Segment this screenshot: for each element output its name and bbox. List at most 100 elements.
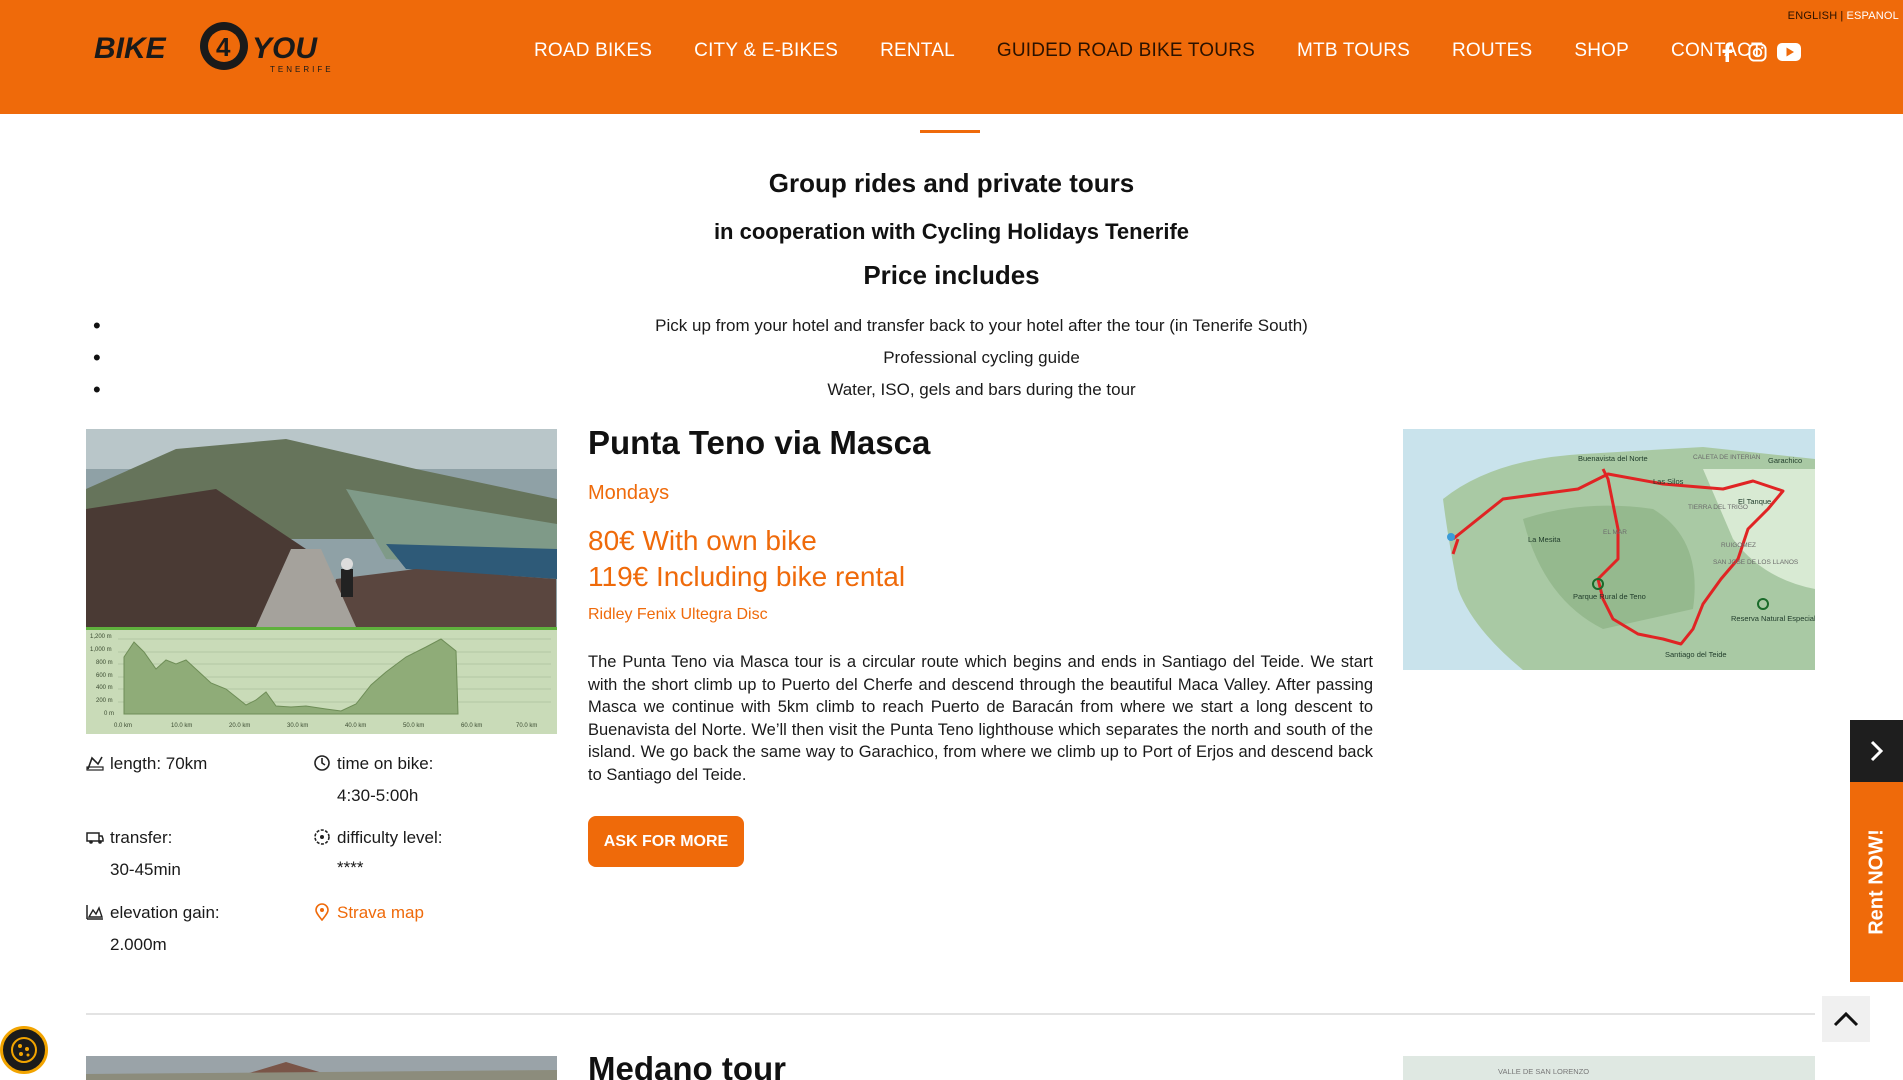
strava-map-link[interactable]: Strava map (313, 903, 424, 923)
strava-map-label: Strava map (337, 903, 424, 922)
price-own-bike: 80€ With own bike (588, 525, 817, 556)
profile-x-tick: 60.0 km (461, 723, 482, 729)
map-label: Las Silos (1653, 477, 1684, 486)
profile-y-tick: 400 m (96, 685, 113, 691)
tour-title: Punta Teno via Masca (588, 424, 931, 461)
route-icon (86, 756, 104, 771)
spec-time-value: 4:30-5:00h (337, 786, 419, 805)
map-label: VALLE DE SAN LORENZO (1498, 1067, 1589, 1076)
profile-x-tick: 0.0 km (114, 723, 132, 729)
rent-now-label: Rent NOW! (1865, 829, 1887, 935)
profile-y-tick: 1,000 m (90, 647, 112, 653)
tour-title: Medano tour (588, 1050, 786, 1080)
chevron-up-icon (1833, 1011, 1859, 1027)
bike-model: Ridley Fenix Ultegra Disc (588, 606, 768, 623)
spec-difficulty-label: difficulty level: (337, 828, 443, 847)
scroll-to-top-button[interactable] (1822, 996, 1870, 1042)
profile-x-tick: 70.0 km (516, 723, 537, 729)
profile-y-tick: 800 m (96, 660, 113, 666)
nav-mtb-tours[interactable]: MTB TOURS (1297, 40, 1410, 62)
spec-elevation-label: elevation gain: (110, 903, 220, 922)
map-pin-icon (315, 903, 329, 921)
brand-logo[interactable]: BIKE 4 YOU TENERIFE (94, 18, 344, 74)
clock-icon (314, 755, 330, 771)
spec-difficulty-value: **** (337, 858, 364, 877)
main-nav: ROAD BIKES CITY & E-BIKES RENTAL GUIDED … (534, 40, 1805, 62)
profile-x-tick: 50.0 km (403, 723, 424, 729)
side-panel-toggle[interactable] (1850, 720, 1903, 782)
route-map[interactable]: VALLE DE SAN LORENZO (1403, 1056, 1815, 1080)
tour-photo (86, 429, 557, 627)
list-item: Water, ISO, gels and bars during the tou… (0, 377, 1903, 412)
logo-subtext: TENERIFE (270, 65, 334, 74)
intro-title: Group rides and private tours (768, 168, 1135, 198)
van-icon (86, 832, 104, 844)
intro-subtitle: in cooperation with Cycling Holidays Ten… (713, 219, 1190, 244)
spec-length-label: length: 70km (110, 754, 208, 773)
chevron-right-icon (1870, 740, 1883, 762)
gauge-icon (314, 829, 330, 845)
spec-transfer-label: transfer: (110, 828, 173, 847)
facebook-icon[interactable] (1717, 42, 1737, 62)
profile-x-tick: 20.0 km (229, 723, 250, 729)
elevation-icon (86, 905, 103, 920)
spec-length: length: 70km (86, 754, 207, 774)
profile-x-tick: 30.0 km (287, 723, 308, 729)
map-label: Santiago del Teide (1665, 650, 1727, 659)
spec-transfer: transfer: (86, 828, 172, 848)
nav-guided-road-bike-tours[interactable]: GUIDED ROAD BIKE TOURS (997, 40, 1255, 62)
language-switcher: ENGLISH | ESPANOL (1788, 10, 1899, 22)
lang-separator: | (1840, 10, 1844, 22)
nav-shop[interactable]: SHOP (1574, 40, 1629, 62)
map-label: Garachico (1768, 456, 1802, 465)
logo-word-you: YOU (252, 32, 318, 65)
map-label: EL MAR (1603, 529, 1627, 536)
profile-x-tick: 40.0 km (345, 723, 366, 729)
route-map[interactable]: Buenavista del Norte CALETA DE INTERIAN … (1403, 429, 1815, 670)
map-label: TIERRA DEL TRIGO (1688, 504, 1748, 511)
section-accent-divider (920, 130, 980, 133)
map-label: CALETA DE INTERIAN (1693, 454, 1761, 461)
price-rental: 119€ Including bike rental (588, 561, 906, 592)
spec-elevation: elevation gain: (86, 903, 220, 923)
map-label: Parque Rural de Teno (1573, 592, 1646, 601)
map-label: La Mesita (1528, 535, 1561, 544)
tour-separator (86, 1013, 1815, 1015)
profile-y-tick: 1,200 m (90, 634, 112, 640)
nav-road-bikes[interactable]: ROAD BIKES (534, 40, 652, 62)
nav-routes[interactable]: ROUTES (1452, 40, 1532, 62)
social-links (1717, 42, 1801, 62)
map-label: Buenavista del Norte (1578, 454, 1648, 463)
profile-y-tick: 200 m (96, 698, 113, 704)
rent-now-tab[interactable]: Rent NOW! (1850, 782, 1903, 982)
nav-rental[interactable]: RENTAL (880, 40, 955, 62)
spec-transfer-value: 30-45min (110, 860, 181, 879)
profile-y-tick: 600 m (96, 673, 113, 679)
map-label: Reserva Natural Especial del Chinyero (1731, 614, 1815, 623)
instagram-icon[interactable] (1747, 42, 1767, 62)
lang-espanol[interactable]: ESPANOL (1846, 10, 1899, 22)
profile-y-tick: 0 m (104, 711, 114, 717)
elevation-profile-chart: 1,200 m 1,000 m 800 m 600 m 400 m 200 m … (86, 627, 557, 734)
site-header: BIKE 4 YOU TENERIFE ENGLISH | ESPANOL ROAD… (0, 0, 1903, 114)
tour-description: The Punta Teno via Masca tour is a circu… (588, 653, 1373, 784)
map-label: SAN JOSE DE LOS LLANOS (1713, 559, 1799, 566)
spec-elevation-value: 2.000m (110, 935, 167, 954)
ask-for-more-button[interactable]: ASK FOR MORE (588, 816, 744, 867)
logo-number: 4 (216, 32, 231, 62)
map-label: RUIGOMEZ (1721, 542, 1756, 549)
cookie-icon (11, 1037, 37, 1063)
profile-x-tick: 10.0 km (171, 723, 192, 729)
list-item: Pick up from your hotel and transfer bac… (0, 313, 1903, 348)
youtube-icon[interactable] (1777, 42, 1801, 62)
spec-time-label: time on bike: (337, 754, 434, 773)
price-includes-list: Pick up from your hotel and transfer bac… (0, 313, 1903, 412)
logo-word-bike: BIKE (94, 32, 167, 65)
list-item: Professional cycling guide (0, 345, 1903, 380)
price-includes-title: Price includes (863, 260, 1040, 290)
spec-time: time on bike: (313, 754, 433, 774)
tour-photo (86, 1056, 557, 1080)
lang-english[interactable]: ENGLISH (1788, 10, 1838, 22)
cookie-settings-button[interactable] (0, 1026, 48, 1074)
nav-city-e-bikes[interactable]: CITY & E-BIKES (694, 40, 838, 62)
